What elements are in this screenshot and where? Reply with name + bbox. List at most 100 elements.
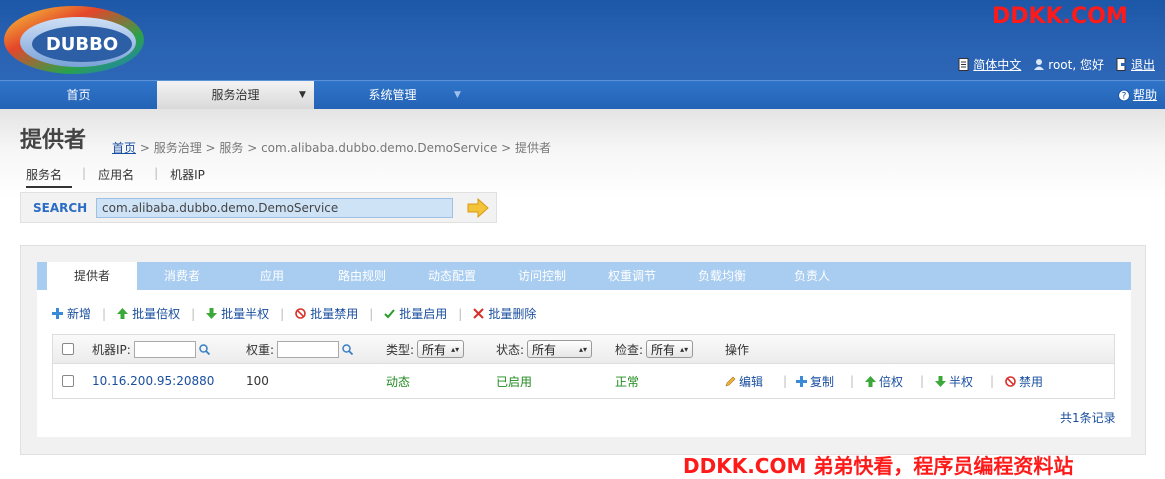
divider: | <box>191 306 196 321</box>
ops-header-label: 操作 <box>725 342 750 357</box>
document-icon <box>958 58 969 71</box>
weight-filter-input[interactable] <box>277 340 340 358</box>
type-filter-select[interactable]: 所有 ▴▾ <box>417 340 465 358</box>
logout-link[interactable]: 退出 <box>1116 56 1155 73</box>
breadcrumb: 首页 > 服务治理 > 服务 > com.alibaba.dubbo.demo.… <box>112 139 551 156</box>
nav-system-admin-label: 系统管理 <box>368 88 417 102</box>
batch-disable-button[interactable]: 批量禁用 <box>295 305 358 322</box>
check-filter-select[interactable]: 所有 ▴▾ <box>646 340 694 358</box>
user-label: root, 您好 <box>1048 58 1104 72</box>
plus-icon <box>796 375 807 387</box>
tab-access-control[interactable]: 访问控制 <box>497 262 587 290</box>
batch-double-weight-label: 批量倍权 <box>132 307 181 321</box>
divider: | <box>369 306 374 321</box>
type-filter-value: 所有 <box>422 342 447 357</box>
divider: | <box>280 306 285 321</box>
double-weight-button[interactable]: 倍权 <box>865 364 903 398</box>
divider: | <box>154 166 159 180</box>
row-checkbox[interactable] <box>62 375 74 387</box>
language-link[interactable]: 简体中文 <box>958 56 1021 73</box>
batch-delete-label: 批量删除 <box>488 307 537 321</box>
copy-button[interactable]: 复制 <box>796 364 834 398</box>
select-all-cell <box>62 335 74 363</box>
add-button[interactable]: 新增 <box>52 305 91 322</box>
watermark-top: DDKK.COM <box>992 4 1128 29</box>
tab-dynamic-config[interactable]: 动态配置 <box>407 262 497 290</box>
search-tab-service[interactable]: 服务名 <box>26 166 73 188</box>
status-filter-select[interactable]: 所有 ▴▾ <box>527 340 593 358</box>
edit-label: 编辑 <box>739 374 764 389</box>
dubbo-logo[interactable]: DUBBO <box>2 4 146 76</box>
edit-button[interactable]: 编辑 <box>725 364 763 398</box>
weight-value: 100 <box>246 374 269 388</box>
svg-text:?: ? <box>1122 92 1127 102</box>
logout-icon <box>1116 58 1127 71</box>
select-all-checkbox[interactable] <box>62 343 74 355</box>
row-select-cell <box>62 364 74 398</box>
tab-providers[interactable]: 提供者 <box>47 262 137 290</box>
tab-routing-rules[interactable]: 路由规则 <box>317 262 407 290</box>
ip-header-label: 机器IP: <box>92 342 131 357</box>
user-greeting: root, 您好 <box>1033 56 1104 73</box>
nav-service-governance[interactable]: 服务治理 ▼ <box>157 81 314 110</box>
updown-icon: ▴▾ <box>680 344 689 354</box>
updown-icon: ▴▾ <box>579 344 588 354</box>
action-bar: 新增 | 批量倍权 | 批量半权 | 批量禁用 | 批量启用 | 批量删除 <box>52 305 536 322</box>
search-tab-application[interactable]: 应用名 <box>98 166 144 188</box>
ip-filter-input[interactable] <box>133 340 196 358</box>
search-icon[interactable] <box>342 343 354 355</box>
status-header: 状态: 所有 ▴▾ <box>496 335 593 363</box>
type-value: 动态 <box>386 374 411 389</box>
nav-system-admin[interactable]: 系统管理 ▼ <box>314 81 471 110</box>
double-weight-label: 倍权 <box>879 374 904 389</box>
copy-label: 复制 <box>810 374 835 389</box>
tab-load-balance[interactable]: 负载均衡 <box>677 262 767 290</box>
divider: | <box>850 374 855 388</box>
batch-half-weight-button[interactable]: 批量半权 <box>206 305 269 322</box>
provider-address-link[interactable]: 10.16.200.95:20880 <box>92 364 214 398</box>
ops-header: 操作 <box>725 335 749 363</box>
page-title: 提供者 <box>20 128 87 153</box>
ban-icon <box>295 308 306 319</box>
breadcrumb-path: > 服务治理 > 服务 > com.alibaba.dubbo.demo.Dem… <box>136 141 552 155</box>
language-label: 简体中文 <box>973 58 1022 72</box>
search-mode-tabs: 服务名 | 应用名 | 机器IP <box>26 166 225 188</box>
nav-home-label: 首页 <box>66 88 91 102</box>
half-weight-button[interactable]: 半权 <box>935 364 973 398</box>
check-icon <box>384 309 396 319</box>
providers-table: 机器IP: 权重: 类型: 所有 ▴▾ 状态: 所有 ▴▾ 检查: 所有 ▴▾ 操作 … <box>52 334 1115 399</box>
breadcrumb-home-link[interactable]: 首页 <box>112 141 136 155</box>
top-links: 简体中文 root, 您好 退出 <box>958 56 1155 73</box>
nav-service-governance-label: 服务治理 <box>211 88 260 102</box>
section-tabs: 提供者 消费者 应用 路由规则 动态配置 访问控制 权重调节 负载均衡 负责人 <box>37 262 1131 290</box>
weight-header: 权重: <box>246 335 354 363</box>
nav-home[interactable]: 首页 <box>0 81 157 110</box>
check-header-label: 检查: <box>615 342 644 357</box>
arrow-up-icon <box>117 308 129 319</box>
tab-consumers[interactable]: 消费者 <box>137 262 227 290</box>
arrow-up-icon <box>865 375 876 387</box>
tab-weight[interactable]: 权重调节 <box>587 262 677 290</box>
batch-double-weight-button[interactable]: 批量倍权 <box>117 305 180 322</box>
table-row: 10.16.200.95:20880 100 动态 已启用 正常 编辑 | 复制… <box>53 364 1114 398</box>
tab-owners[interactable]: 负责人 <box>767 262 857 290</box>
search-tab-ip[interactable]: 机器IP <box>170 166 215 188</box>
divider: | <box>458 306 463 321</box>
batch-delete-button[interactable]: 批量删除 <box>473 305 536 322</box>
tab-applications[interactable]: 应用 <box>227 262 317 290</box>
arrow-right-icon[interactable] <box>467 198 489 218</box>
check-header: 检查: 所有 ▴▾ <box>615 335 694 363</box>
logout-label: 退出 <box>1130 58 1155 72</box>
search-icon[interactable] <box>199 343 210 355</box>
help-label: 帮助 <box>1132 88 1157 102</box>
table-header: 机器IP: 权重: 类型: 所有 ▴▾ 状态: 所有 ▴▾ 检查: 所有 ▴▾ 操作 <box>53 335 1114 364</box>
search-input[interactable] <box>96 198 453 218</box>
disable-button[interactable]: 禁用 <box>1005 364 1043 398</box>
status-value: 已启用 <box>496 374 533 389</box>
watermark-bottom: DDKK.COM 弟弟快看，程序员编程资料站 <box>683 454 1074 478</box>
disable-label: 禁用 <box>1019 374 1044 389</box>
help-link[interactable]: ? 帮助 <box>1117 81 1157 110</box>
batch-enable-button[interactable]: 批量启用 <box>384 305 447 322</box>
caret-down-icon: ▼ <box>454 90 461 100</box>
batch-enable-label: 批量启用 <box>399 307 448 321</box>
